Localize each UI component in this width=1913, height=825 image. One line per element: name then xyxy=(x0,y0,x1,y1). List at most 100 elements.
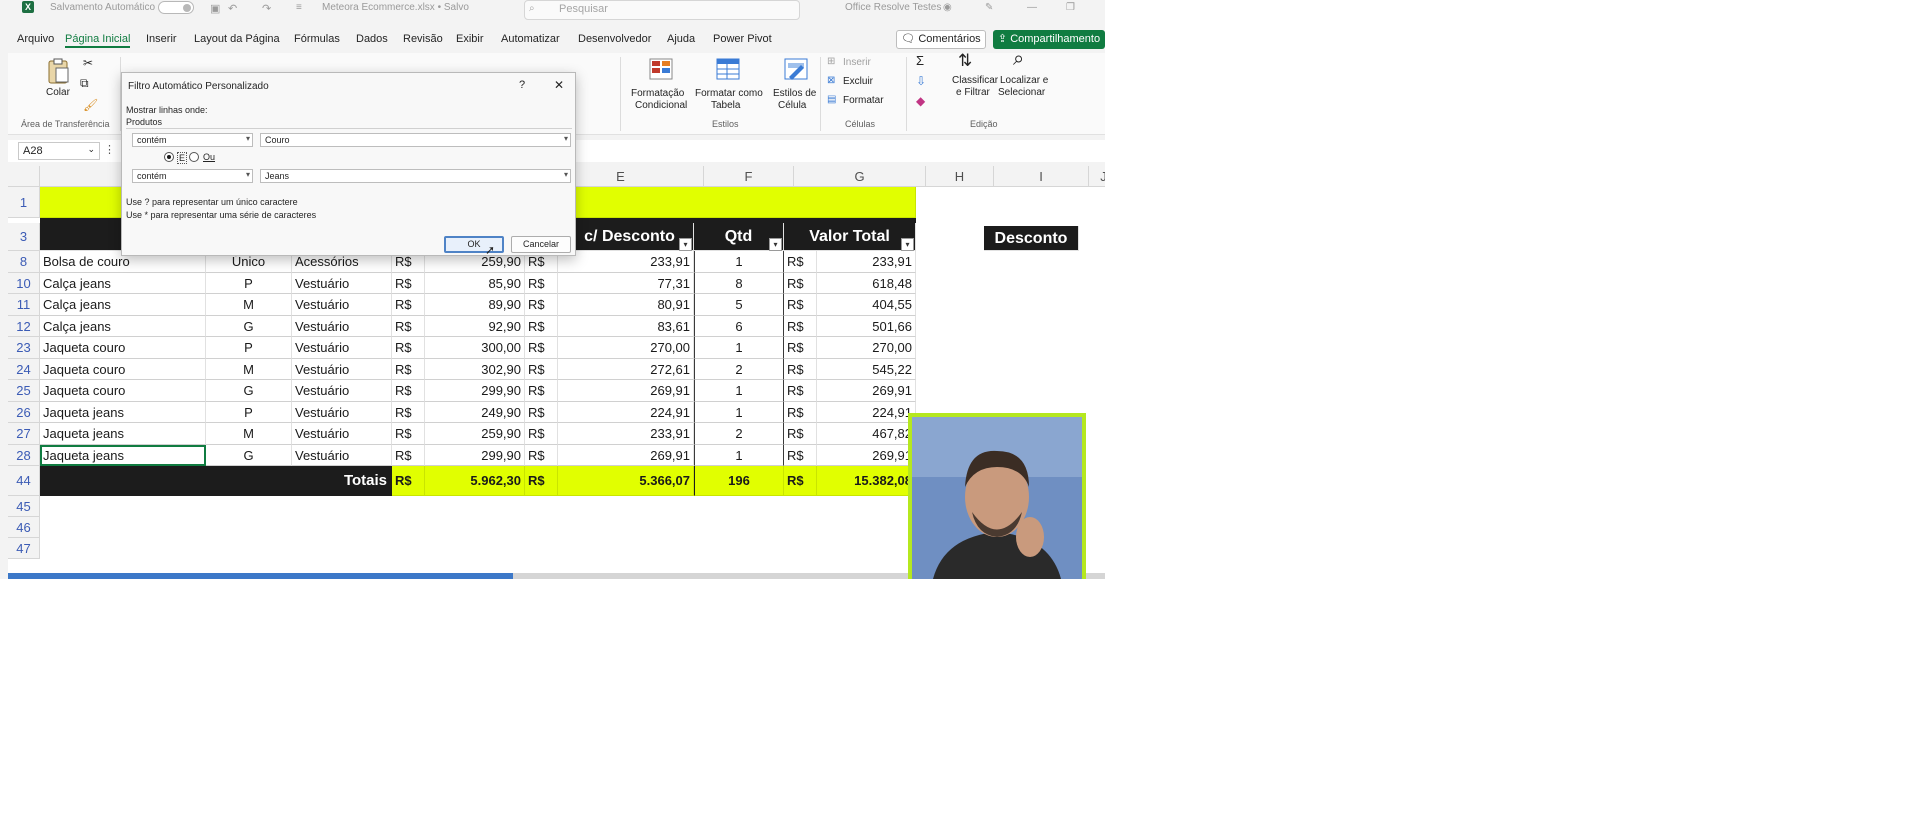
cell-c2[interactable]: R$ xyxy=(525,294,558,316)
or-label[interactable]: Ou xyxy=(203,152,215,162)
cell-tam[interactable]: G xyxy=(206,315,292,337)
name-box[interactable]: A28 ⌄ xyxy=(18,142,100,160)
cell-total[interactable]: 404,55 xyxy=(817,294,916,316)
pen-icon[interactable]: ✎ xyxy=(985,2,993,13)
customize-toolbar-icon[interactable]: ≡ xyxy=(296,2,302,13)
header-desconto-col[interactable]: c/ Desconto xyxy=(566,223,694,251)
cell-produto[interactable]: Jaqueta couro xyxy=(40,337,206,359)
cell-total[interactable]: 501,66 xyxy=(817,315,916,337)
redo-icon[interactable]: ↷ xyxy=(262,2,271,15)
scrollbar-thumb[interactable] xyxy=(8,573,513,579)
cell-produto[interactable]: Jaqueta couro xyxy=(40,380,206,402)
paste-icon[interactable] xyxy=(46,58,70,84)
cell-qtd[interactable]: 1 xyxy=(694,444,784,466)
clear-icon[interactable]: ◆ xyxy=(916,95,925,107)
autosave-toggle[interactable] xyxy=(158,1,194,14)
cell-c3[interactable]: R$ xyxy=(784,423,817,445)
cell-produto[interactable]: Calça jeans xyxy=(40,294,206,316)
cell-c3[interactable]: R$ xyxy=(784,380,817,402)
col-header-g[interactable]: G xyxy=(794,166,926,187)
user-avatar-icon[interactable]: ◉ xyxy=(943,2,952,13)
comments-button[interactable]: 🗨 Comentários xyxy=(896,30,986,49)
cell-desc[interactable]: 77,31 xyxy=(558,272,694,294)
col-header-i[interactable]: I xyxy=(994,166,1089,187)
row-header[interactable]: 44 xyxy=(8,466,40,496)
copy-icon[interactable]: ⧉ xyxy=(80,77,89,89)
tab-pagina-inicial[interactable]: Página Inicial xyxy=(65,33,131,48)
totals-qtd[interactable]: 196 xyxy=(694,466,784,496)
tab-power-pivot[interactable]: Power Pivot xyxy=(713,33,772,45)
cell-preco[interactable]: 299,90 xyxy=(425,380,525,402)
cell-cat[interactable]: Vestuário xyxy=(292,272,392,294)
cell-c3[interactable]: R$ xyxy=(784,358,817,380)
format-cells-label[interactable]: Formatar xyxy=(843,95,884,107)
cell-cat[interactable]: Vestuário xyxy=(292,337,392,359)
format-cells-icon[interactable]: ▤ xyxy=(827,94,836,106)
row-header[interactable]: 3 xyxy=(8,223,40,251)
row-header[interactable]: 25 xyxy=(8,380,40,402)
totals-currency[interactable]: R$ xyxy=(392,466,425,496)
cell-c2[interactable]: R$ xyxy=(525,358,558,380)
cell-qtd[interactable]: 1 xyxy=(694,337,784,359)
cell-desc[interactable]: 270,00 xyxy=(558,337,694,359)
totals-desconto[interactable]: 5.366,07 xyxy=(558,466,694,496)
autosum-icon[interactable]: Σ xyxy=(916,54,924,67)
cell-total[interactable]: 233,91 xyxy=(817,251,916,273)
operator-select-2[interactable]: contém ▾ xyxy=(132,169,253,183)
cell-produto[interactable]: Jaqueta jeans xyxy=(40,401,206,423)
cell-styles-label-2[interactable]: Célula xyxy=(778,100,806,112)
cell-produto[interactable]: Calça jeans xyxy=(40,272,206,294)
cell-tam[interactable]: G xyxy=(206,444,292,466)
cell-qtd[interactable]: 1 xyxy=(694,380,784,402)
cell-desc[interactable]: 269,91 xyxy=(558,444,694,466)
cell-total[interactable]: 270,00 xyxy=(817,337,916,359)
row-header[interactable]: 28 xyxy=(8,444,40,466)
find-select-label-1[interactable]: Localizar e xyxy=(1000,75,1048,87)
format-table-label-1[interactable]: Formatar como xyxy=(695,88,763,100)
select-all-corner[interactable] xyxy=(8,166,40,187)
or-radio[interactable] xyxy=(189,152,199,162)
cell-cat[interactable]: Vestuário xyxy=(292,444,392,466)
totals-preco[interactable]: 5.962,30 xyxy=(425,466,525,496)
tab-ajuda[interactable]: Ajuda xyxy=(667,33,695,45)
row-header[interactable]: 46 xyxy=(8,517,40,538)
cell-total[interactable]: 269,91 xyxy=(817,380,916,402)
cell-total[interactable]: 545,22 xyxy=(817,358,916,380)
cell-c2[interactable]: R$ xyxy=(525,315,558,337)
cell-c2[interactable]: R$ xyxy=(525,337,558,359)
row-header[interactable]: 11 xyxy=(8,294,40,316)
row-header[interactable]: 1 xyxy=(8,187,40,218)
cell-total[interactable]: 224,91 xyxy=(817,401,916,423)
cell-c3[interactable]: R$ xyxy=(784,401,817,423)
cell-cat[interactable]: Vestuário xyxy=(292,401,392,423)
tab-exibir[interactable]: Exibir xyxy=(456,33,484,45)
cell-qtd[interactable]: 6 xyxy=(694,315,784,337)
cell-c3[interactable]: R$ xyxy=(784,444,817,466)
cell-c1[interactable]: R$ xyxy=(392,423,425,445)
cell-styles-label-1[interactable]: Estilos de xyxy=(773,88,816,100)
cell-preco[interactable]: 92,90 xyxy=(425,315,525,337)
cell-cat[interactable]: Vestuário xyxy=(292,294,392,316)
format-table-label-2[interactable]: Tabela xyxy=(711,100,740,112)
totals-currency[interactable]: R$ xyxy=(525,466,558,496)
row-header[interactable]: 27 xyxy=(8,423,40,445)
cell-preco[interactable]: 249,90 xyxy=(425,401,525,423)
and-radio[interactable] xyxy=(164,152,174,162)
cell-tam[interactable]: M xyxy=(206,294,292,316)
header-valor-total[interactable]: Valor Total xyxy=(784,223,916,251)
cell-desc[interactable]: 80,91 xyxy=(558,294,694,316)
cell-cat[interactable]: Vestuário xyxy=(292,358,392,380)
cell-c3[interactable]: R$ xyxy=(784,315,817,337)
cell-tam[interactable]: P xyxy=(206,401,292,423)
cell-produto[interactable]: Jaqueta jeans xyxy=(40,444,206,466)
find-select-label-2[interactable]: Selecionar xyxy=(998,87,1045,99)
cell-tam[interactable]: M xyxy=(206,423,292,445)
tab-automatizar[interactable]: Automatizar xyxy=(501,33,560,45)
cell-tam[interactable]: G xyxy=(206,380,292,402)
sort-filter-label-1[interactable]: Classificar xyxy=(952,75,998,87)
cell-tam[interactable]: P xyxy=(206,272,292,294)
cut-icon[interactable]: ✂ xyxy=(83,57,93,69)
delete-cells-label[interactable]: Excluir xyxy=(843,76,873,88)
tab-desenvolvedor[interactable]: Desenvolvedor xyxy=(578,33,651,45)
cell-produto[interactable]: Calça jeans xyxy=(40,315,206,337)
